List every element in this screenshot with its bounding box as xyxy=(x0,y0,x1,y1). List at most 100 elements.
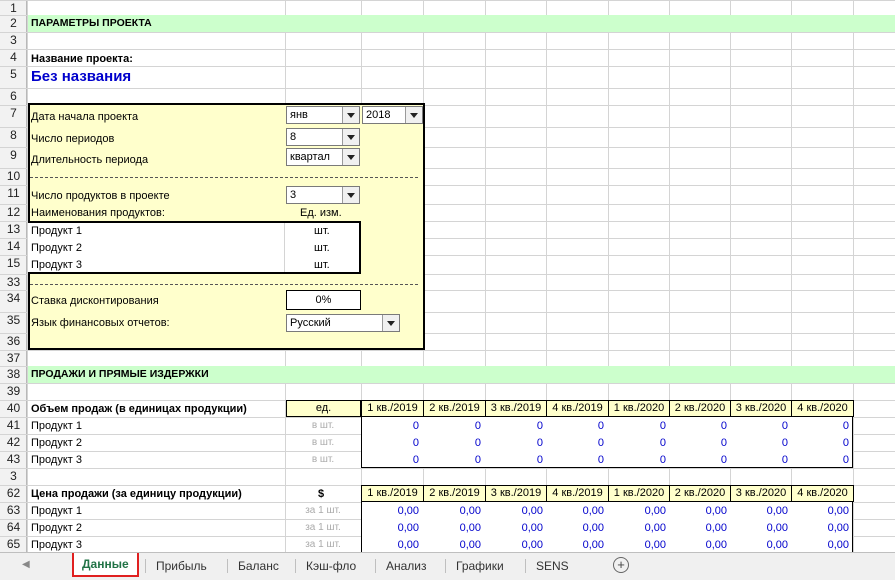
row-number[interactable]: 34 xyxy=(0,290,27,307)
row-number[interactable]: 6 xyxy=(0,88,27,105)
volume-value-cell[interactable]: 0 xyxy=(361,454,419,466)
row-number[interactable]: 9 xyxy=(0,147,27,164)
price-value-cell[interactable]: 0,00 xyxy=(791,539,849,551)
row-number[interactable]: 10 xyxy=(0,168,27,185)
price-value-cell[interactable]: 0,00 xyxy=(485,522,543,534)
report-lang-dropdown[interactable]: Русский xyxy=(286,314,400,332)
sheet-tab[interactable]: Анализ xyxy=(378,553,435,579)
price-value-cell[interactable]: 0,00 xyxy=(423,539,481,551)
price-value-cell[interactable]: 0,00 xyxy=(546,539,604,551)
row-number[interactable]: 4 xyxy=(0,49,27,66)
row-number[interactable]: 5 xyxy=(0,66,27,83)
volume-value-cell[interactable]: 0 xyxy=(669,420,727,432)
sheet-tab[interactable]: SENS xyxy=(528,553,577,579)
price-value-cell[interactable]: 0,00 xyxy=(423,505,481,517)
volume-value-cell[interactable]: 0 xyxy=(791,437,849,449)
row-number[interactable]: 38 xyxy=(0,366,27,383)
product-unit-1[interactable]: шт. xyxy=(314,225,330,237)
products-count-dropdown[interactable]: 3 xyxy=(286,186,360,204)
price-value-cell[interactable]: 0,00 xyxy=(669,505,727,517)
price-value-cell[interactable]: 0,00 xyxy=(608,539,666,551)
row-number[interactable]: 40 xyxy=(0,400,27,417)
row-number[interactable]: 3 xyxy=(0,468,27,485)
price-value-cell[interactable]: 0,00 xyxy=(791,522,849,534)
product-unit-2[interactable]: шт. xyxy=(314,242,330,254)
price-value-cell[interactable]: 0,00 xyxy=(361,522,419,534)
product-name-2[interactable]: Продукт 2 xyxy=(31,242,82,254)
start-month-dropdown[interactable]: янв xyxy=(286,106,360,124)
price-value-cell[interactable]: 0,00 xyxy=(669,522,727,534)
row-number[interactable]: 3 xyxy=(0,32,27,49)
add-sheet-icon[interactable]: + xyxy=(613,557,629,573)
volume-value-cell[interactable]: 0 xyxy=(361,420,419,432)
price-value-cell[interactable]: 0,00 xyxy=(730,505,788,517)
price-value-cell[interactable]: 0,00 xyxy=(730,539,788,551)
volume-value-cell[interactable]: 0 xyxy=(730,437,788,449)
row-number[interactable]: 13 xyxy=(0,221,27,238)
row-number[interactable]: 43 xyxy=(0,451,27,468)
row-number[interactable]: 7 xyxy=(0,105,27,122)
sheet-tab[interactable]: Данные xyxy=(72,553,139,577)
sheet-tab[interactable]: Графики xyxy=(448,553,512,579)
product-name-1[interactable]: Продукт 1 xyxy=(31,225,82,237)
product-unit-3[interactable]: шт. xyxy=(314,259,330,271)
row-number[interactable]: 35 xyxy=(0,312,27,329)
price-value-cell[interactable]: 0,00 xyxy=(423,522,481,534)
volume-value-cell[interactable]: 0 xyxy=(608,437,666,449)
volume-value-cell[interactable]: 0 xyxy=(423,420,481,432)
price-value-cell[interactable]: 0,00 xyxy=(361,539,419,551)
volume-value-cell[interactable]: 0 xyxy=(485,437,543,449)
price-value-cell[interactable]: 0,00 xyxy=(546,522,604,534)
period-length-dropdown[interactable]: квартал xyxy=(286,148,360,166)
volume-value-cell[interactable]: 0 xyxy=(791,420,849,432)
volume-value-cell[interactable]: 0 xyxy=(730,420,788,432)
chevron-down-icon[interactable] xyxy=(342,187,359,203)
volume-value-cell[interactable]: 0 xyxy=(730,454,788,466)
scroll-left-icon[interactable]: ◀ xyxy=(22,559,30,570)
row-number[interactable]: 63 xyxy=(0,502,27,519)
chevron-down-icon[interactable] xyxy=(405,107,422,123)
volume-value-cell[interactable]: 0 xyxy=(791,454,849,466)
volume-value-cell[interactable]: 0 xyxy=(669,437,727,449)
volume-value-cell[interactable]: 0 xyxy=(485,420,543,432)
row-number[interactable]: 15 xyxy=(0,255,27,272)
row-number[interactable]: 65 xyxy=(0,536,27,553)
chevron-down-icon[interactable] xyxy=(382,315,399,331)
volume-value-cell[interactable]: 0 xyxy=(361,437,419,449)
volume-value-cell[interactable]: 0 xyxy=(485,454,543,466)
row-number[interactable]: 41 xyxy=(0,417,27,434)
price-value-cell[interactable]: 0,00 xyxy=(546,505,604,517)
row-number[interactable]: 33 xyxy=(0,274,27,291)
price-value-cell[interactable]: 0,00 xyxy=(791,505,849,517)
price-value-cell[interactable]: 0,00 xyxy=(669,539,727,551)
row-number[interactable]: 39 xyxy=(0,383,27,400)
chevron-down-icon[interactable] xyxy=(342,107,359,123)
periods-dropdown[interactable]: 8 xyxy=(286,128,360,146)
row-number[interactable]: 11 xyxy=(0,185,27,202)
sheet-tab[interactable]: Кэш-фло xyxy=(298,553,364,579)
chevron-down-icon[interactable] xyxy=(342,149,359,165)
volume-value-cell[interactable]: 0 xyxy=(546,437,604,449)
volume-value-cell[interactable]: 0 xyxy=(608,454,666,466)
row-number[interactable]: 14 xyxy=(0,238,27,255)
volume-value-cell[interactable]: 0 xyxy=(423,454,481,466)
row-number[interactable]: 64 xyxy=(0,519,27,536)
row-number[interactable]: 62 xyxy=(0,485,27,502)
volume-value-cell[interactable]: 0 xyxy=(423,437,481,449)
row-number[interactable]: 8 xyxy=(0,127,27,144)
discount-input[interactable]: 0% xyxy=(286,290,361,310)
chevron-down-icon[interactable] xyxy=(342,129,359,145)
price-value-cell[interactable]: 0,00 xyxy=(608,522,666,534)
row-number[interactable]: 2 xyxy=(0,15,27,32)
volume-value-cell[interactable]: 0 xyxy=(546,454,604,466)
row-number[interactable]: 42 xyxy=(0,434,27,451)
row-number[interactable]: 37 xyxy=(0,350,27,367)
start-year-dropdown[interactable]: 2018 xyxy=(362,106,423,124)
row-number[interactable]: 12 xyxy=(0,204,27,221)
sheet-tab[interactable]: Прибыль xyxy=(148,553,215,579)
product-name-3[interactable]: Продукт 3 xyxy=(31,259,82,271)
row-number[interactable]: 36 xyxy=(0,333,27,350)
price-value-cell[interactable]: 0,00 xyxy=(361,505,419,517)
price-value-cell[interactable]: 0,00 xyxy=(608,505,666,517)
price-value-cell[interactable]: 0,00 xyxy=(485,505,543,517)
